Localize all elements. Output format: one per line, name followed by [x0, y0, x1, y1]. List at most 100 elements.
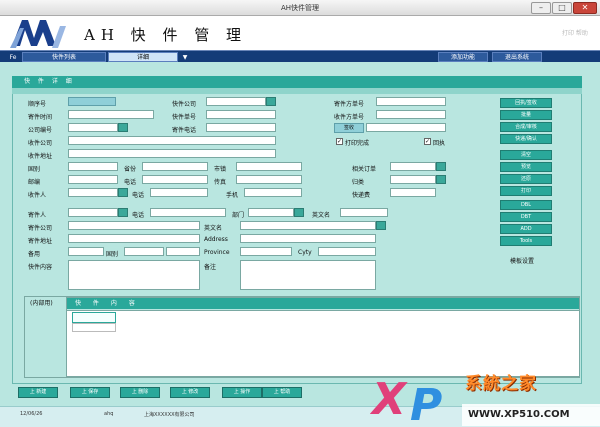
print-button[interactable]: 打印: [500, 186, 552, 196]
sender-company-field[interactable]: [68, 221, 200, 230]
label-express-company: 快件公司: [172, 101, 197, 108]
category-dropdown[interactable]: [436, 175, 446, 184]
help-link[interactable]: 打印 帮助: [562, 28, 588, 37]
recipient-dropdown[interactable]: [118, 188, 128, 197]
sender-tel-field[interactable]: [150, 208, 226, 217]
label-english-name: 英文名: [204, 225, 223, 232]
new-button[interactable]: 上 新建: [18, 387, 58, 398]
phone-field[interactable]: [142, 175, 208, 184]
merge-review-button[interactable]: 合成/审核: [500, 122, 552, 132]
tools-button[interactable]: Tools: [500, 236, 552, 246]
express-no-field[interactable]: [206, 110, 276, 119]
status-user: ahq: [104, 411, 114, 417]
grid-cell[interactable]: [72, 323, 116, 332]
label-sender-order-no: 寄件方单号: [334, 101, 365, 108]
send-time-field[interactable]: [68, 110, 154, 119]
tab-add-function[interactable]: 添加功能: [438, 52, 488, 62]
recipient-phone-field[interactable]: [150, 188, 208, 197]
content-textarea[interactable]: [68, 260, 200, 290]
maximize-button[interactable]: □: [552, 2, 572, 14]
country-field[interactable]: [68, 162, 118, 171]
label-company-no: 公司编号: [28, 127, 53, 134]
app-logo-icon: [8, 18, 76, 48]
minimize-button[interactable]: –: [531, 2, 551, 14]
express-confirm-button[interactable]: 快递/确认: [500, 134, 552, 144]
fax-field[interactable]: [236, 175, 302, 184]
backup-country-field[interactable]: [124, 247, 164, 256]
content-grid-header: 快 件 内 容: [67, 298, 579, 309]
operate-button[interactable]: 上 操作: [222, 387, 262, 398]
label-province-en: Province: [204, 249, 230, 256]
watermark-url: WWW.XP510.COM: [468, 409, 570, 420]
dbt-button[interactable]: DBT: [500, 212, 552, 222]
express-company-field[interactable]: [206, 97, 266, 106]
preview-button[interactable]: 预览: [500, 162, 552, 172]
related-order-field[interactable]: [390, 162, 436, 171]
tab-fe[interactable]: Fe: [6, 52, 20, 62]
mobile-field[interactable]: [244, 188, 302, 197]
sender-order-no-field[interactable]: [376, 97, 446, 106]
city-field[interactable]: [236, 162, 302, 171]
category-field[interactable]: [390, 175, 436, 184]
batch-button[interactable]: 批量: [500, 110, 552, 120]
remark-textarea[interactable]: [240, 260, 376, 290]
province-field[interactable]: [142, 162, 208, 171]
tab-exit[interactable]: 退出系统: [492, 52, 542, 62]
window-title: AH快件管理: [280, 4, 320, 12]
sequence-field[interactable]: [68, 97, 116, 106]
sign-field[interactable]: [366, 123, 446, 132]
department-field[interactable]: [248, 208, 294, 217]
related-order-dropdown[interactable]: [436, 162, 446, 171]
grid-cell[interactable]: [72, 312, 116, 323]
restore-button[interactable]: 还原: [500, 174, 552, 184]
recipient-order-no-field[interactable]: [376, 110, 446, 119]
internal-label: (内部用): [30, 300, 53, 307]
label-remark: 备注: [204, 264, 217, 271]
label-recipient: 收件人: [28, 192, 47, 199]
recipient-company-field[interactable]: [68, 136, 276, 145]
reply-sign-button[interactable]: 回执/签收: [500, 98, 552, 108]
delete-button[interactable]: 上 删除: [120, 387, 160, 398]
english-name-field[interactable]: [240, 221, 376, 230]
print-complete-checkbox[interactable]: ✓: [336, 138, 343, 145]
sender-dropdown[interactable]: [118, 208, 128, 217]
province-en-field[interactable]: [240, 247, 292, 256]
label-sender-company: 寄件公司: [28, 225, 53, 232]
sender-phone-field[interactable]: [206, 123, 276, 132]
company-no-field[interactable]: [68, 123, 118, 132]
dbl-button[interactable]: DBL: [500, 200, 552, 210]
reply-checkbox[interactable]: ✓: [424, 138, 431, 145]
english-name-dropdown[interactable]: [376, 221, 386, 230]
close-button[interactable]: ✕: [573, 2, 597, 14]
save-button[interactable]: 上 保存: [70, 387, 110, 398]
department-dropdown[interactable]: [294, 208, 304, 217]
label-sender-tel: 电话: [132, 212, 145, 219]
recipient-address-field[interactable]: [68, 149, 276, 158]
sender-address-field[interactable]: [68, 234, 200, 243]
express-fee-field[interactable]: [390, 188, 436, 197]
tab-detail[interactable]: 详细: [108, 52, 178, 62]
template-settings-caption[interactable]: 模板设置: [510, 256, 534, 265]
zip-field[interactable]: [68, 175, 118, 184]
address-field[interactable]: [240, 234, 376, 243]
english-name-top-field[interactable]: [340, 208, 388, 217]
backup-field[interactable]: [68, 247, 104, 256]
city-en-field[interactable]: [318, 247, 376, 256]
express-company-dropdown[interactable]: [266, 97, 276, 106]
tab-list[interactable]: 快件列表: [22, 52, 106, 62]
company-no-dropdown[interactable]: [118, 123, 128, 132]
backup-extra-field[interactable]: [166, 247, 200, 256]
recipient-field[interactable]: [68, 188, 118, 197]
label-country: 国别: [28, 166, 41, 173]
status-company: 上海XXXXXX有限公司: [144, 412, 195, 418]
help-button[interactable]: 上 帮助: [262, 387, 302, 398]
tab-strip: Fe 快件列表 详细 ▼ 添加功能 退出系统: [0, 50, 600, 62]
tab-dropdown-icon[interactable]: ▼: [180, 52, 190, 62]
sender-field[interactable]: [68, 208, 118, 217]
label-recipient-company: 收件公司: [28, 140, 53, 147]
sign-button[interactable]: 签收: [334, 123, 364, 133]
add-button[interactable]: ADD: [500, 224, 552, 234]
label-recipient-order-no: 收件方单号: [334, 114, 365, 121]
modify-button[interactable]: 上 修改: [170, 387, 210, 398]
clear-button[interactable]: 清空: [500, 150, 552, 160]
